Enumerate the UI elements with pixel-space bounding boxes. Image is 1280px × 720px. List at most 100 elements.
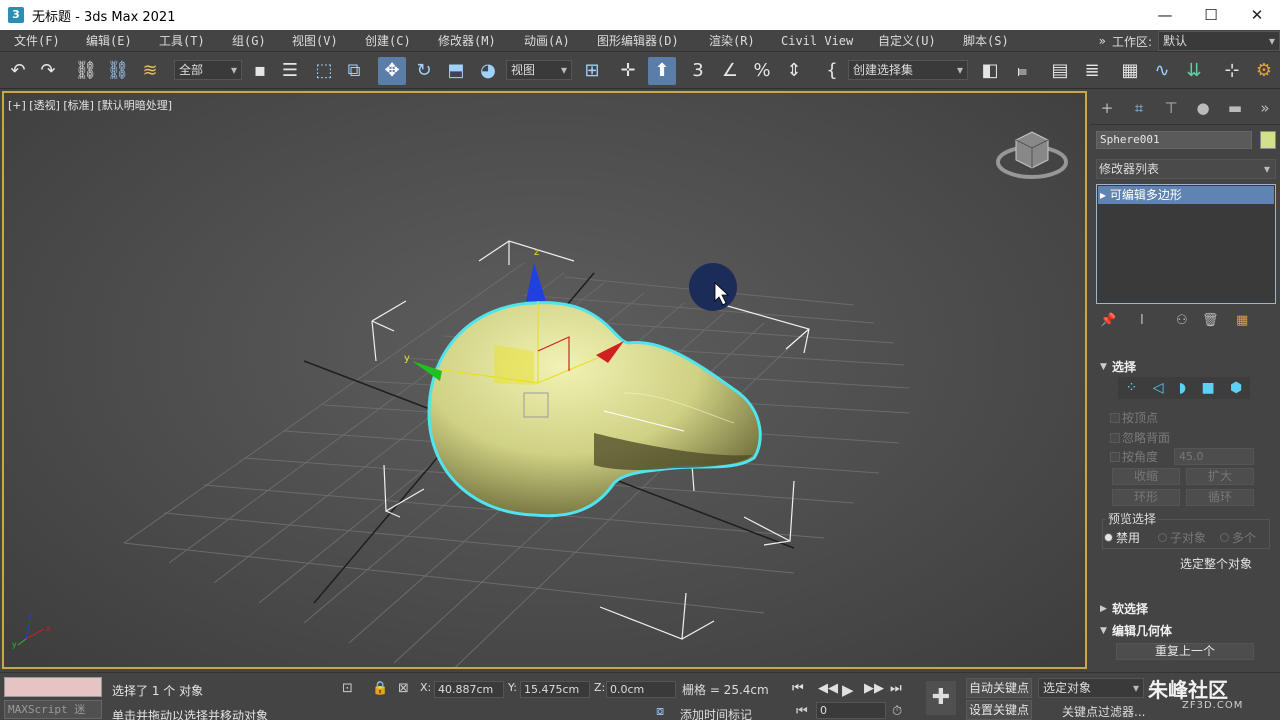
maxscript-listener[interactable] <box>4 677 102 697</box>
ignore-backfacing-checkbox[interactable]: 忽略背面 <box>1110 429 1170 446</box>
soft-selection-rollout-header[interactable]: 软选择 <box>1096 599 1276 619</box>
key-filters-button[interactable]: 关键点过滤器... <box>1062 703 1145 720</box>
curve-editor-icon[interactable]: ∿ <box>1148 57 1176 85</box>
redo-icon[interactable]: ↷ <box>34 57 62 85</box>
show-end-result-icon[interactable]: Ⅰ <box>1140 313 1144 328</box>
menu-tools[interactable]: 工具(T) <box>159 32 205 49</box>
menu-file[interactable]: 文件(F) <box>14 32 60 49</box>
render-setup-icon[interactable]: ⚙ <box>1250 57 1278 85</box>
angle-snap-icon[interactable]: ∠ <box>716 57 744 85</box>
ring-button[interactable]: 环形 <box>1112 489 1180 506</box>
spinner-snap-icon[interactable]: ⇕ <box>780 57 808 85</box>
rect-region-icon[interactable]: ⬚ <box>310 57 338 85</box>
select-by-name-icon[interactable]: ☰ <box>276 57 304 85</box>
ribbon-icon[interactable]: ▦ <box>1116 57 1144 85</box>
unlink-icon[interactable]: ⛓ <box>104 57 132 85</box>
shrink-button[interactable]: 收缩 <box>1112 468 1180 485</box>
panel-overflow-icon[interactable]: » <box>1254 97 1276 119</box>
modifier-list-select[interactable]: 修改器列表 <box>1096 159 1276 179</box>
create-tab-icon[interactable]: + <box>1096 97 1118 119</box>
selected-object-select[interactable]: 选定对象 <box>1038 678 1144 698</box>
menu-rendering[interactable]: 渲染(R) <box>709 32 755 49</box>
time-config-icon[interactable]: ⏱ <box>892 704 902 719</box>
reference-coord-select[interactable]: 视图 <box>506 60 572 80</box>
menu-animation[interactable]: 动画(A) <box>524 32 570 49</box>
display-tab-icon[interactable]: ▬ <box>1224 97 1246 119</box>
menu-scripting[interactable]: 脚本(S) <box>963 32 1009 49</box>
maxscript-mini-listener[interactable]: MAXScript 迷 <box>4 700 102 719</box>
place-icon[interactable]: ◕ <box>474 57 502 85</box>
selection-lock-icon[interactable]: 🔒 <box>372 681 388 696</box>
link-icon[interactable]: ⛓ <box>72 57 100 85</box>
percent-snap-icon[interactable]: % <box>748 57 776 85</box>
loop-button[interactable]: 循环 <box>1186 489 1254 506</box>
menu-create[interactable]: 创建(C) <box>365 32 411 49</box>
menu-views[interactable]: 视图(V) <box>292 32 338 49</box>
repeat-last-button[interactable]: 重复上一个 <box>1116 643 1254 660</box>
minimize-button[interactable]: — <box>1142 0 1188 30</box>
selection-rollout-header[interactable]: 选择 <box>1096 357 1276 377</box>
pin-stack-icon[interactable]: 📌 <box>1100 313 1116 328</box>
select-manipulate-icon[interactable]: ✛ <box>614 57 642 85</box>
y-coord-field[interactable]: 15.475cm <box>520 681 590 698</box>
z-coord-field[interactable]: 0.0cm <box>606 681 676 698</box>
move-icon[interactable]: ✥ <box>378 57 406 85</box>
current-frame-field[interactable]: 0 <box>816 702 886 719</box>
time-tag-icon[interactable]: ⧇ <box>656 704 664 719</box>
remove-modifier-icon[interactable]: 🗑 <box>1202 313 1219 328</box>
by-angle-checkbox[interactable]: 按角度 <box>1110 448 1158 465</box>
x-coord-field[interactable]: 40.887cm <box>434 681 504 698</box>
edit-named-sel-icon[interactable]: { <box>818 57 846 85</box>
maximize-button[interactable]: ☐ <box>1188 0 1234 30</box>
menu-edit[interactable]: 编辑(E) <box>86 32 132 49</box>
set-key-big-icon[interactable]: ✚ <box>926 681 956 715</box>
rotate-icon[interactable]: ↻ <box>410 57 438 85</box>
expand-arrow-icon[interactable]: ▸ <box>1100 188 1110 202</box>
menu-group[interactable]: 组(G) <box>232 32 266 49</box>
menu-civil-view[interactable]: Civil View <box>781 34 853 48</box>
bind-spacewarp-icon[interactable]: ≋ <box>136 57 164 85</box>
mirror-icon[interactable]: ◧ <box>976 57 1004 85</box>
goto-end-icon[interactable]: ⏭ <box>890 681 902 696</box>
border-level-icon[interactable]: ◗ <box>1179 380 1186 396</box>
object-color-swatch[interactable] <box>1260 131 1276 149</box>
edit-geometry-rollout-header[interactable]: 编辑几何体 <box>1096 621 1276 641</box>
selection-filter-select[interactable]: 全部 <box>174 60 242 80</box>
vertex-level-icon[interactable]: ⁘ <box>1126 380 1138 396</box>
align-icon[interactable]: ⫢ <box>1008 57 1036 85</box>
scene-explorer-icon[interactable]: ▤ <box>1046 57 1074 85</box>
menu-overflow-icon[interactable]: » <box>1099 34 1106 48</box>
play-icon[interactable]: ▶ <box>842 681 854 699</box>
by-vertex-checkbox[interactable]: 按顶点 <box>1110 409 1158 426</box>
add-time-tag-button[interactable]: 添加时间标记 <box>680 706 752 720</box>
preview-off-radio[interactable]: 禁用 <box>1104 529 1140 546</box>
menu-modifiers[interactable]: 修改器(M) <box>438 32 496 49</box>
close-button[interactable]: ✕ <box>1234 0 1280 30</box>
named-selection-select[interactable]: 创建选择集 <box>848 60 968 80</box>
hierarchy-tab-icon[interactable]: ⊤ <box>1160 97 1182 119</box>
window-crossing-icon[interactable]: ⧉ <box>340 57 368 85</box>
scale-icon[interactable]: ⬒ <box>442 57 470 85</box>
configure-sets-icon[interactable]: ▦ <box>1236 313 1248 328</box>
material-icon[interactable]: ⊹ <box>1218 57 1246 85</box>
menu-graph-editors[interactable]: 图形编辑器(D) <box>597 32 679 49</box>
object-name-field[interactable]: Sphere001 <box>1096 131 1252 149</box>
edge-level-icon[interactable]: ◁ <box>1153 380 1164 396</box>
angle-spinner[interactable]: 45.0 <box>1174 448 1254 465</box>
snap-icon[interactable]: 3 <box>684 57 712 85</box>
perspective-viewport[interactable]: [+] [透视] [标准] [默认明暗处理] z y x z y <box>2 91 1087 669</box>
select-object-icon[interactable]: ▪ <box>246 57 274 85</box>
schematic-icon[interactable]: ⇊ <box>1180 57 1208 85</box>
set-key-button[interactable]: 设置关键点 <box>966 700 1032 720</box>
layer-icon[interactable]: ≣ <box>1078 57 1106 85</box>
undo-icon[interactable]: ↶ <box>4 57 32 85</box>
stack-item-editable-poly[interactable]: ▸ 可编辑多边形 <box>1098 186 1274 204</box>
preview-multi-radio[interactable]: 多个 <box>1220 529 1256 546</box>
goto-start-icon[interactable]: ⏮ <box>792 681 804 696</box>
menu-customize[interactable]: 自定义(U) <box>878 32 936 49</box>
keyboard-shortcut-icon[interactable]: ⬆ <box>648 57 676 85</box>
next-frame-icon[interactable]: ▶▶ <box>864 681 884 696</box>
isolate-selection-icon[interactable]: ⊡ <box>342 681 353 696</box>
absolute-mode-icon[interactable]: ⊠ <box>398 681 409 696</box>
prev-frame-icon[interactable]: ◀◀ <box>818 681 838 696</box>
